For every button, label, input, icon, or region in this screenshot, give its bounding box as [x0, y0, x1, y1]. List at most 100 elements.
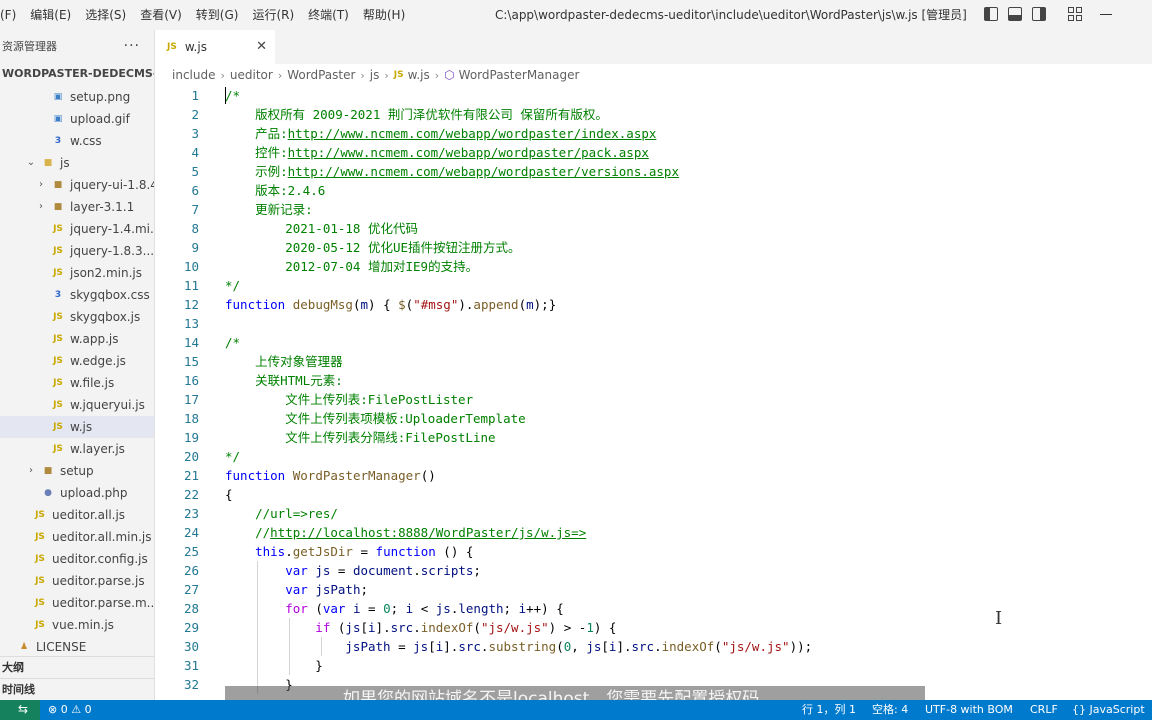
code-line[interactable]: /*	[225, 333, 240, 352]
toggle-sidebar-icon[interactable]	[984, 7, 998, 21]
code-line[interactable]: /*	[225, 86, 240, 105]
tree-item[interactable]: JS w.jqueryui.js	[0, 394, 154, 416]
code-line[interactable]: for (var i = 0; i < js.length; i++) {	[225, 599, 564, 618]
code-line[interactable]: 文件上传列表项模板:UploaderTemplate	[225, 409, 525, 428]
tree-item[interactable]: JS ueditor.config.js	[0, 548, 154, 570]
code-line[interactable]: 2020-05-12 优化UE插件按钮注册方式。	[225, 238, 520, 257]
breadcrumb-item[interactable]: w.js	[408, 68, 430, 82]
code-line[interactable]: */	[225, 276, 240, 295]
tree-item[interactable]: JS jquery-1.4.mi...	[0, 218, 154, 240]
indent-guide	[257, 561, 258, 580]
code-line[interactable]: */	[225, 447, 240, 466]
tree-item[interactable]: JS w.layer.js	[0, 438, 154, 460]
code-line[interactable]: function debugMsg(m) { $("#msg").append(…	[225, 295, 556, 314]
tree-item[interactable]: JS skygqbox.js	[0, 306, 154, 328]
code-token: ;	[390, 601, 406, 616]
code-line[interactable]: 示例:http://www.ncmem.com/webapp/wordpaste…	[225, 162, 679, 181]
customize-layout-icon[interactable]	[1068, 7, 1082, 21]
more-actions-icon[interactable]: ···	[124, 38, 140, 54]
workspace-root[interactable]: WORDPASTER-DEDECMS-U...	[0, 62, 154, 86]
tree-item[interactable]: 3 w.css	[0, 130, 154, 152]
code-line[interactable]: 产品:http://www.ncmem.com/webapp/wordpaste…	[225, 124, 656, 143]
code-line[interactable]: 2021-01-18 优化代码	[225, 219, 418, 238]
tab-w-js[interactable]: JS w.js ✕	[155, 30, 275, 64]
menu-item[interactable]: 编辑(E)	[23, 0, 78, 30]
code-token: ) > -	[548, 620, 587, 635]
tree-item[interactable]: ▣ upload.gif	[0, 108, 154, 130]
code-line[interactable]: 2012-07-04 增加对IE9的支持。	[225, 257, 478, 276]
code-line[interactable]: this.getJsDir = function () {	[225, 542, 473, 561]
close-tab-icon[interactable]: ✕	[256, 39, 267, 54]
tree-item[interactable]: JS ueditor.all.min.js	[0, 526, 154, 548]
code-line[interactable]: if (js[i].src.indexOf("js/w.js") > -1) {	[225, 618, 616, 637]
code-line[interactable]: //url=>res/	[225, 504, 338, 523]
js-file-icon: JS	[35, 576, 45, 586]
breadcrumb-item[interactable]: include	[172, 68, 215, 82]
code-line[interactable]: 文件上传列表:FilePostLister	[225, 390, 473, 409]
menu-item[interactable]: 转到(G)	[189, 0, 246, 30]
tree-item[interactable]: JS w.file.js	[0, 372, 154, 394]
menu-item[interactable]: (F)	[0, 0, 23, 30]
menu-item[interactable]: 终端(T)	[301, 0, 356, 30]
code-line[interactable]: {	[225, 485, 233, 504]
tree-item[interactable]: JS w.app.js	[0, 328, 154, 350]
indentation[interactable]: 空格: 4	[872, 700, 908, 720]
tree-item[interactable]: JS json2.min.js	[0, 262, 154, 284]
breadcrumb-item[interactable]: ueditor	[230, 68, 273, 82]
code-line[interactable]: 控件:http://www.ncmem.com/webapp/wordpaste…	[225, 143, 649, 162]
tree-item[interactable]: 3 skygqbox.css	[0, 284, 154, 306]
tree-item[interactable]: JS vue.min.js	[0, 614, 154, 636]
code-line[interactable]: 关联HTML元素:	[225, 371, 343, 390]
tree-item[interactable]: ▣ setup.png	[0, 86, 154, 108]
tree-item[interactable]: JS ueditor.parse.js	[0, 570, 154, 592]
chevron-icon[interactable]: ›	[36, 196, 46, 218]
tree-item[interactable]: ● upload.php	[0, 482, 154, 504]
minimize-icon[interactable]	[1100, 14, 1112, 15]
symbol-class-icon: ⬡	[444, 68, 455, 82]
code-line[interactable]: function WordPasterManager()	[225, 466, 436, 485]
tree-item[interactable]: › ■ jquery-ui-1.8.4	[0, 174, 154, 196]
code-line[interactable]: //http://localhost:8888/WordPaster/js/w.…	[225, 523, 586, 542]
language-mode[interactable]: {} JavaScript	[1072, 700, 1145, 720]
chevron-icon[interactable]: ›	[26, 460, 36, 482]
tree-item[interactable]: ♟ LICENSE	[0, 636, 154, 658]
tree-item[interactable]: ⌄ ■ js	[0, 152, 154, 174]
timeline-section[interactable]: 时间线	[0, 678, 154, 700]
breadcrumb-item[interactable]: js	[370, 68, 380, 82]
menu-item[interactable]: 查看(V)	[133, 0, 189, 30]
toggle-panel-icon[interactable]	[1008, 7, 1022, 21]
line-ending[interactable]: CRLF	[1030, 700, 1058, 720]
breadcrumb-item[interactable]: WordPasterManager	[459, 68, 580, 82]
remote-indicator-icon[interactable]	[0, 700, 40, 720]
menu-item[interactable]: 选择(S)	[78, 0, 133, 30]
problems-count[interactable]: ⊗ 0 ⚠ 0	[48, 700, 92, 720]
chevron-icon[interactable]: ⌄	[26, 152, 36, 174]
file-encoding[interactable]: UTF-8 with BOM	[925, 700, 1013, 720]
tree-item[interactable]: JS ueditor.all.js	[0, 504, 154, 526]
tree-item[interactable]: › ■ layer-3.1.1	[0, 196, 154, 218]
code-line[interactable]: }	[225, 656, 323, 675]
code-editor[interactable]: I 1 /* 2 版权所有 2009-2021 荆门泽优软件有限公司 保留所有版权。…	[155, 86, 1152, 700]
menu-item[interactable]: 运行(R)	[245, 0, 301, 30]
menu-item[interactable]: 帮助(H)	[356, 0, 412, 30]
outline-section[interactable]: 大纲	[0, 656, 154, 678]
tree-item[interactable]: JS w.js	[0, 416, 154, 438]
code-line[interactable]: var js = document.scripts;	[225, 561, 481, 580]
chevron-icon[interactable]: ›	[36, 174, 46, 196]
code-line[interactable]: 版本:2.4.6	[225, 181, 325, 200]
code-line[interactable]: jsPath = js[i].src.substring(0, js[i].sr…	[225, 637, 812, 656]
toggle-secondary-sidebar-icon[interactable]	[1032, 7, 1046, 21]
tree-item[interactable]: JS w.edge.js	[0, 350, 154, 372]
code-line[interactable]: 文件上传列表分隔线:FilePostLine	[225, 428, 495, 447]
code-line[interactable]: 更新记录:	[225, 200, 313, 219]
tree-item[interactable]: JS ueditor.parse.m...	[0, 592, 154, 614]
code-line[interactable]: var jsPath;	[225, 580, 368, 599]
code-line[interactable]: 上传对象管理器	[225, 352, 343, 371]
line-number: 18	[183, 411, 199, 426]
breadcrumb-item[interactable]: WordPaster	[287, 68, 355, 82]
code-token: function	[225, 297, 286, 312]
tree-item[interactable]: › ■ setup	[0, 460, 154, 482]
cursor-position[interactable]: 行 1，列 1	[802, 700, 856, 720]
tree-item[interactable]: JS jquery-1.8.3....	[0, 240, 154, 262]
code-line[interactable]: 版权所有 2009-2021 荆门泽优软件有限公司 保留所有版权。	[225, 105, 608, 124]
